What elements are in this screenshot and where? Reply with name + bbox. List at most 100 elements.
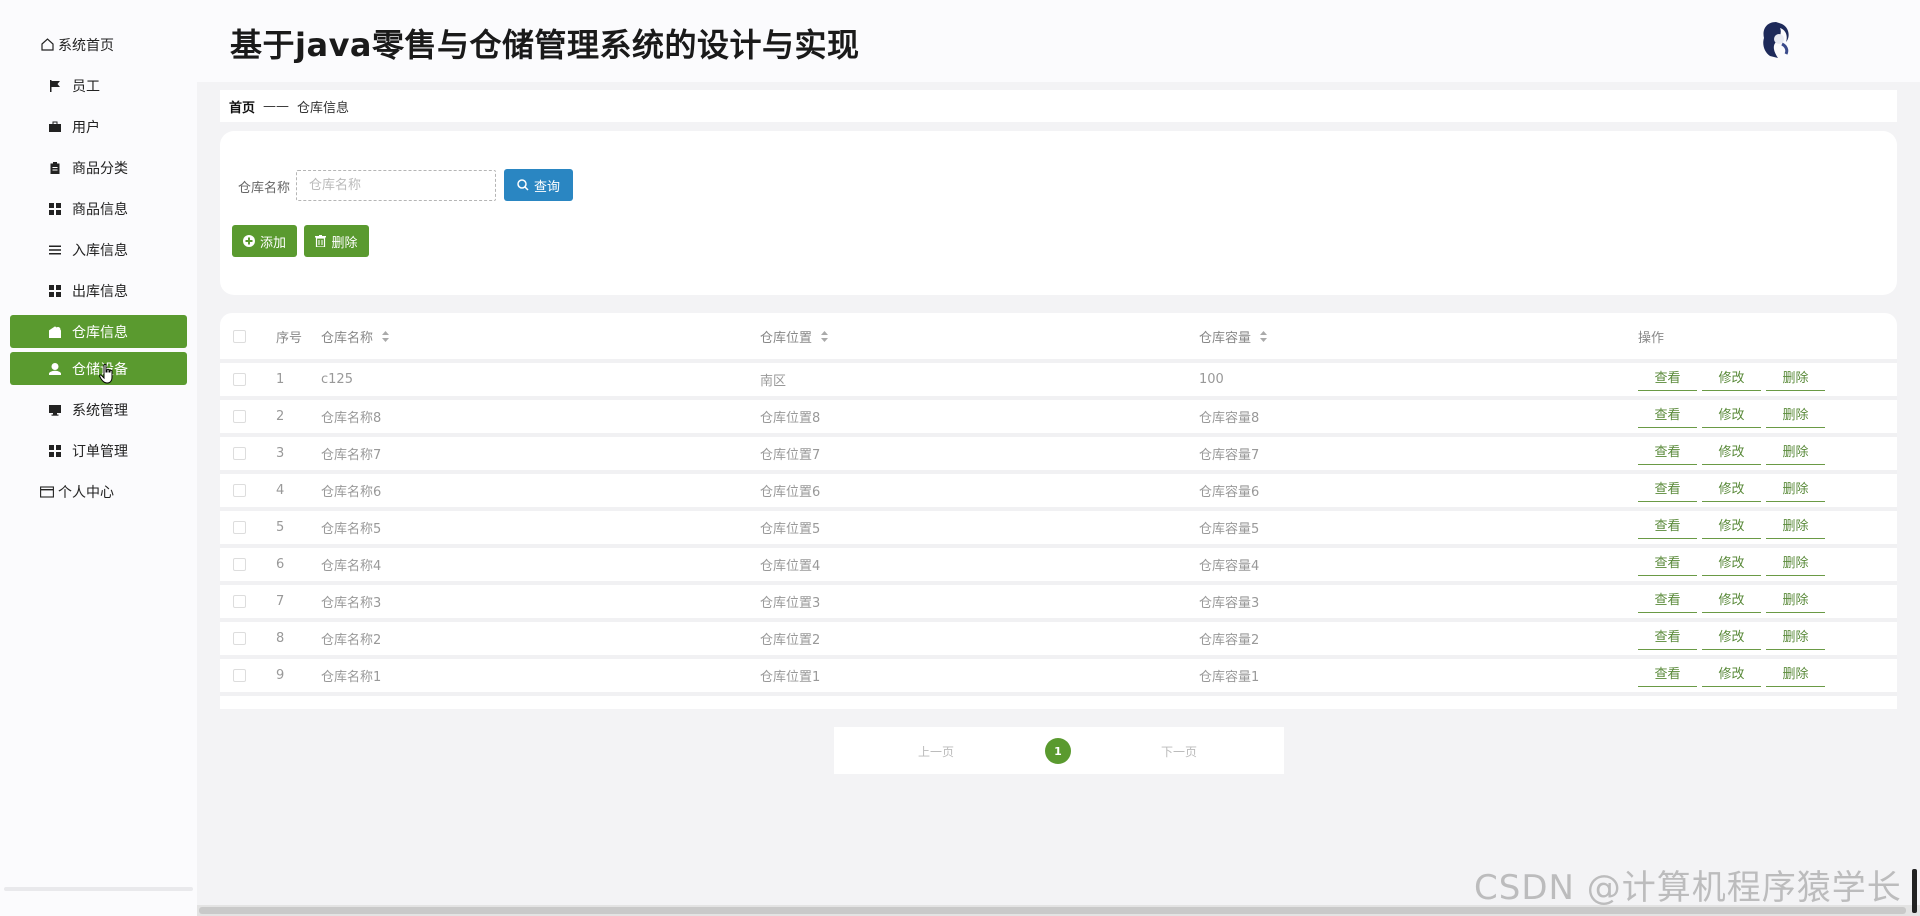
row-delete-button[interactable]: 删除: [1766, 585, 1825, 613]
row-checkbox[interactable]: [233, 521, 246, 534]
edit-button[interactable]: 修改: [1702, 659, 1761, 687]
select-all-checkbox[interactable]: [233, 329, 246, 343]
sidebar-item-label: 入库信息: [72, 242, 128, 259]
edit-button[interactable]: 修改: [1702, 548, 1761, 576]
view-button[interactable]: 查看: [1638, 363, 1697, 391]
edit-button[interactable]: 修改: [1702, 622, 1761, 650]
sidebar-item-12[interactable]: 个人中心: [10, 471, 187, 512]
sidebar-item-3[interactable]: 用户: [10, 106, 187, 147]
row-delete-button[interactable]: 删除: [1766, 474, 1825, 502]
cell-capacity: 100: [1199, 372, 1224, 387]
header-location-label: 仓库位置: [760, 330, 813, 346]
view-button[interactable]: 查看: [1638, 659, 1697, 687]
sidebar-item-5[interactable]: 商品信息: [10, 188, 187, 229]
breadcrumb-home[interactable]: 首页: [229, 97, 255, 116]
next-page-button[interactable]: 下一页: [1161, 743, 1197, 760]
cell-no: 5: [276, 520, 285, 535]
header-capacity-label: 仓库容量: [1199, 330, 1252, 346]
cell-ops: 查看 修改 删除: [1638, 628, 1897, 650]
app-title: 基于java零售与仓储管理系统的设计与实现: [230, 26, 860, 64]
row-delete-button[interactable]: 删除: [1766, 400, 1825, 428]
warehouse-name-input[interactable]: [296, 170, 496, 201]
search-panel: 仓库名称 查询 添加 删除: [220, 131, 1897, 295]
sidebar-item-6[interactable]: 入库信息: [10, 229, 187, 270]
cell-name: 仓库名称5: [321, 522, 382, 537]
cell-location: 仓库位置3: [760, 596, 821, 611]
sort-icon[interactable]: [1260, 330, 1268, 346]
sidebar-item-11[interactable]: 订单管理: [10, 430, 187, 471]
table-row: 6 仓库名称4 仓库位置4 仓库容量4 查看 修改 删除: [220, 548, 1897, 585]
edit-button[interactable]: 修改: [1702, 474, 1761, 502]
row-checkbox[interactable]: [233, 447, 246, 460]
view-button[interactable]: 查看: [1638, 585, 1697, 613]
row-delete-button[interactable]: 删除: [1766, 437, 1825, 465]
row-checkbox[interactable]: [233, 558, 246, 571]
cell-capacity: 仓库容量6: [1199, 485, 1260, 500]
edit-button[interactable]: 修改: [1702, 585, 1761, 613]
cell-location: 仓库位置4: [760, 559, 821, 574]
view-button[interactable]: 查看: [1638, 548, 1697, 576]
warehouse-table: 序号 仓库名称 仓库位置 仓库容量 操作 1 c125 南区 100 查看 修改 删除 2 仓库…: [220, 313, 1897, 709]
search-icon: [517, 179, 529, 191]
breadcrumb: 首页 —— 仓库信息: [220, 90, 1897, 122]
row-delete-button[interactable]: 删除: [1766, 659, 1825, 687]
row-delete-button[interactable]: 删除: [1766, 548, 1825, 576]
view-button[interactable]: 查看: [1638, 400, 1697, 428]
prev-page-button[interactable]: 上一页: [918, 743, 954, 760]
row-delete-button[interactable]: 删除: [1766, 511, 1825, 539]
cell-capacity: 仓库容量8: [1199, 411, 1260, 426]
cell-location: 仓库位置8: [760, 411, 821, 426]
header-name[interactable]: 仓库名称: [321, 327, 760, 346]
scrollbar-thumb[interactable]: [199, 907, 1906, 914]
sidebar-item-4[interactable]: 商品分类: [10, 147, 187, 188]
row-checkbox[interactable]: [233, 669, 246, 682]
add-button[interactable]: 添加: [232, 225, 297, 257]
row-checkbox[interactable]: [233, 410, 246, 423]
sidebar-item-label: 订单管理: [72, 443, 128, 460]
sidebar-item-label: 系统管理: [72, 402, 128, 419]
avatar[interactable]: [1758, 20, 1794, 60]
cell-name: 仓库名称7: [321, 448, 382, 463]
person-icon: [48, 362, 62, 376]
warehouse-name-label: 仓库名称: [238, 181, 291, 196]
home-icon: [40, 38, 54, 52]
cell-name: 仓库名称1: [321, 670, 382, 685]
sidebar-item-2[interactable]: 员工: [10, 65, 187, 106]
sidebar-item-7[interactable]: 出库信息: [10, 270, 187, 311]
sort-icon[interactable]: [821, 330, 829, 346]
list-icon: [48, 243, 62, 257]
cell-name: 仓库名称8: [321, 411, 382, 426]
horizontal-scrollbar[interactable]: [197, 905, 1920, 916]
clipboard-icon: [48, 161, 62, 175]
header-capacity[interactable]: 仓库容量: [1199, 327, 1638, 346]
row-checkbox[interactable]: [233, 373, 246, 386]
vertical-scrollbar-thumb[interactable]: [1912, 869, 1917, 913]
view-button[interactable]: 查看: [1638, 622, 1697, 650]
row-delete-button[interactable]: 删除: [1766, 363, 1825, 391]
edit-button[interactable]: 修改: [1702, 437, 1761, 465]
sidebar-item-10[interactable]: 系统管理: [10, 389, 187, 430]
cell-no: 7: [276, 594, 285, 609]
view-button[interactable]: 查看: [1638, 511, 1697, 539]
cell-location: 仓库位置2: [760, 633, 821, 648]
query-button[interactable]: 查询: [504, 169, 573, 201]
cell-no: 8: [276, 631, 285, 646]
row-checkbox[interactable]: [233, 632, 246, 645]
edit-button[interactable]: 修改: [1702, 363, 1761, 391]
sidebar-item-8[interactable]: 仓库信息: [10, 315, 187, 348]
sidebar-item-label: 仓库信息: [72, 324, 128, 341]
edit-button[interactable]: 修改: [1702, 400, 1761, 428]
sort-icon[interactable]: [382, 330, 390, 346]
page-number-button[interactable]: 1: [1045, 738, 1071, 764]
view-button[interactable]: 查看: [1638, 437, 1697, 465]
sidebar-item-1[interactable]: 系统首页: [10, 24, 187, 65]
edit-button[interactable]: 修改: [1702, 511, 1761, 539]
row-checkbox[interactable]: [233, 484, 246, 497]
header-location[interactable]: 仓库位置: [760, 327, 1199, 346]
delete-button[interactable]: 删除: [304, 225, 369, 257]
row-checkbox[interactable]: [233, 595, 246, 608]
grid-icon: [48, 444, 62, 458]
view-button[interactable]: 查看: [1638, 474, 1697, 502]
header-ops: 操作: [1638, 330, 1665, 346]
row-delete-button[interactable]: 删除: [1766, 622, 1825, 650]
